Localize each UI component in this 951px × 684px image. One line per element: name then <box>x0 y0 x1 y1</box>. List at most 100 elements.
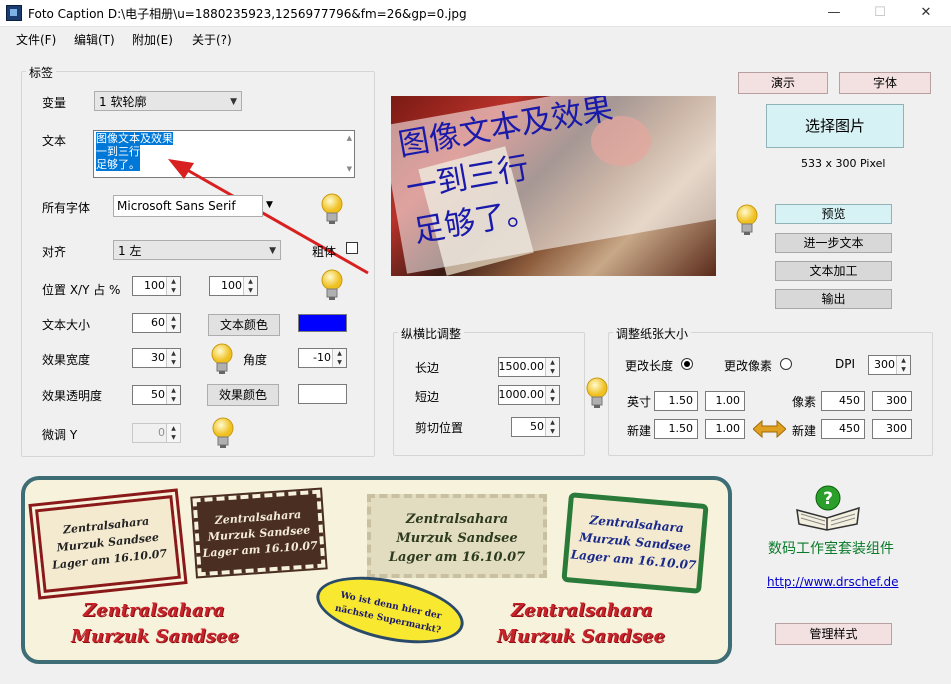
sample-red-text-3[interactable]: Zentralsahara <box>511 600 653 621</box>
bold-checkbox[interactable] <box>346 242 358 254</box>
text-color-swatch[interactable] <box>298 314 347 332</box>
app-icon <box>6 5 22 21</box>
dpi-spinner[interactable]: 300 ▲ ▼ <box>868 355 911 375</box>
aspect-group-title: 纵横比调整 <box>398 325 465 342</box>
menu-edit[interactable]: 编辑(T) <box>74 31 115 48</box>
sample-speech-bubble[interactable]: Wo ist denn hier der nächste Supermarkt? <box>310 565 470 655</box>
sample-red-text-4[interactable]: Murzuk Sandsee <box>497 626 665 647</box>
effect-opacity-label: 效果透明度 <box>42 389 103 403</box>
text-color-button[interactable]: 文本颜色 <box>208 314 280 336</box>
manage-styles-button[interactable]: 管理样式 <box>775 623 892 645</box>
hint-bulb-icon[interactable] <box>210 416 236 450</box>
angle-spinner[interactable]: -10 ▲ ▼ <box>298 348 347 368</box>
position-x-spinner[interactable]: 100 ▲ ▼ <box>132 276 181 296</box>
short-side-label: 短边 <box>415 390 440 404</box>
menu-file[interactable]: 文件(F) <box>16 31 56 48</box>
close-button[interactable]: ✕ <box>903 0 949 26</box>
font-select[interactable]: Microsoft Sans Serif <box>113 195 263 217</box>
short-side-value: 1000.00 <box>498 388 545 401</box>
maximize-button[interactable]: ☐ <box>857 0 903 26</box>
text-size-value: 60 <box>151 316 165 329</box>
website-link[interactable]: http://www.drschef.de <box>767 575 898 589</box>
output-button[interactable]: 输出 <box>775 289 892 309</box>
align-select[interactable]: 1 左 ▼ <box>113 240 281 260</box>
menu-extras[interactable]: 附加(E) <box>132 31 173 48</box>
fine-y-value: 0 <box>158 426 165 439</box>
effect-color-swatch[interactable] <box>298 384 347 404</box>
angle-label: 角度 <box>243 353 268 367</box>
fine-y-spinner[interactable]: 0 ▲ ▼ <box>132 423 181 443</box>
more-text-button[interactable]: 进一步文本 <box>775 233 892 253</box>
chevron-down-icon: ▼ <box>269 246 276 256</box>
change-length-radio[interactable] <box>681 358 693 370</box>
stamp-3-line-3: Lager am 16.10.07 <box>388 550 526 565</box>
style-samples-banner[interactable]: Zentralsahara Murzuk Sandsee Lager am 16… <box>21 476 732 664</box>
text-size-spinner[interactable]: 60 ▲ ▼ <box>132 313 181 333</box>
font-button[interactable]: 字体 <box>839 72 931 94</box>
preview-button[interactable]: 预览 <box>775 204 892 224</box>
effect-color-button[interactable]: 效果颜色 <box>207 384 279 406</box>
crop-position-value: 50 <box>530 420 544 433</box>
stamp-3-line-1: Zentralsahara <box>405 512 509 527</box>
sample-stamp-4[interactable]: Zentralsahara Murzuk Sandsee Lager am 16… <box>561 492 709 594</box>
position-label: 位置 X/Y 占 % <box>42 283 121 297</box>
font-value: Microsoft Sans Serif <box>117 199 236 213</box>
stamp-3-line-2: Murzuk Sandsee <box>396 531 518 546</box>
long-side-label: 长边 <box>415 361 440 375</box>
scroll-up-icon[interactable]: ▲ <box>347 132 352 145</box>
align-value: 1 左 <box>118 244 142 258</box>
bold-label: 粗体 <box>312 245 337 259</box>
effect-opacity-spinner[interactable]: 50 ▲ ▼ <box>132 385 181 405</box>
new2-label: 新建 <box>792 424 817 438</box>
variant-select[interactable]: 1 软轮廓 ▼ <box>94 91 242 111</box>
font-dropdown-icon[interactable]: ▼ <box>266 200 273 210</box>
new-height-field[interactable]: 1.00 <box>705 419 745 439</box>
hint-bulb-icon[interactable] <box>319 268 345 302</box>
choose-image-button[interactable]: 选择图片 <box>766 104 904 148</box>
long-side-value: 1500.00 <box>498 360 545 373</box>
menu-bar: 文件(F) 编辑(T) 附加(E) 关于(?) <box>0 27 951 49</box>
label-group-title: 标签 <box>26 64 57 81</box>
hint-bulb-icon[interactable] <box>734 203 760 237</box>
effect-width-value: 30 <box>151 351 165 364</box>
long-side-spinner[interactable]: 1500.00 ▲ ▼ <box>498 357 560 377</box>
text-process-button[interactable]: 文本加工 <box>775 261 892 281</box>
effect-width-label: 效果宽度 <box>42 353 91 367</box>
all-fonts-label: 所有字体 <box>42 201 91 215</box>
position-y-spinner[interactable]: 100 ▲ ▼ <box>209 276 258 296</box>
chevron-down-icon: ▼ <box>230 97 237 107</box>
text-size-label: 文本大小 <box>42 318 91 332</box>
menu-about[interactable]: 关于(?) <box>192 31 232 48</box>
hint-bulb-icon[interactable] <box>584 376 610 410</box>
short-side-spinner[interactable]: 1000.00 ▲ ▼ <box>498 385 560 405</box>
new-width-field[interactable]: 1.50 <box>654 419 698 439</box>
align-label: 对齐 <box>42 245 67 259</box>
position-y-value: 100 <box>221 279 242 292</box>
sample-stamp-3[interactable]: Zentralsahara Murzuk Sandsee Lager am 16… <box>367 494 547 578</box>
crop-position-label: 剪切位置 <box>415 421 464 435</box>
hint-bulb-icon[interactable] <box>319 192 345 226</box>
sample-red-text-1[interactable]: Zentralsahara <box>83 600 225 621</box>
title-bar: Foto Caption D:\电子相册\u=1880235923,125697… <box>0 0 951 27</box>
inch-width-field[interactable]: 1.50 <box>654 391 698 411</box>
sample-red-text-2[interactable]: Murzuk Sandsee <box>71 626 239 647</box>
suite-name: 数码工作室套装组件 <box>768 541 894 557</box>
change-pixel-radio[interactable] <box>780 358 792 370</box>
effect-width-spinner[interactable]: 30 ▲ ▼ <box>132 348 181 368</box>
dpi-label: DPI <box>835 357 856 371</box>
new-pixel-height-field[interactable]: 300 <box>872 419 912 439</box>
pixel-label: 像素 <box>792 395 817 409</box>
inch-height-field[interactable]: 1.00 <box>705 391 745 411</box>
minimize-button[interactable]: — <box>811 0 857 26</box>
pixel-width-field[interactable]: 450 <box>821 391 865 411</box>
pixel-height-field[interactable]: 300 <box>872 391 912 411</box>
book-question-icon: ? <box>796 485 860 531</box>
paper-group-title: 调整纸张大小 <box>613 325 692 342</box>
new-pixel-width-field[interactable]: 450 <box>821 419 865 439</box>
hint-bulb-icon[interactable] <box>209 342 235 376</box>
sample-stamp-2[interactable]: Zentralsahara Murzuk Sandsee Lager am 16… <box>190 487 328 579</box>
swap-arrows-icon[interactable] <box>753 419 786 439</box>
demo-button[interactable]: 演示 <box>738 72 828 94</box>
sample-stamp-1[interactable]: Zentralsahara Murzuk Sandsee Lager am 16… <box>31 491 185 597</box>
crop-position-spinner[interactable]: 50 ▲ ▼ <box>511 417 560 437</box>
